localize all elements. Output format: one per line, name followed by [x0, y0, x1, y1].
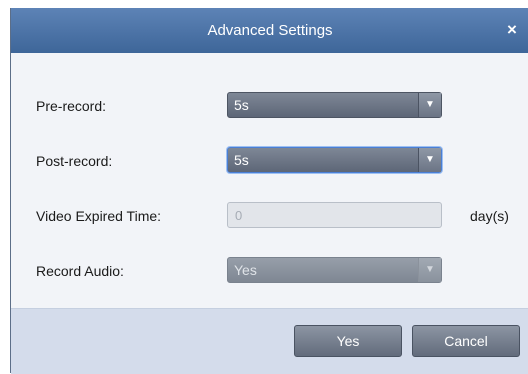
- record-audio-label: Record Audio:: [36, 263, 124, 279]
- pre-record-label: Pre-record:: [36, 98, 107, 114]
- video-expired-time-placeholder: 0: [235, 208, 243, 223]
- pre-record-value: 5s: [234, 97, 249, 113]
- post-record-select[interactable]: 5s ▼: [227, 147, 442, 173]
- advanced-settings-dialog: Advanced Settings × Pre-record: 5s ▼ Pos…: [10, 8, 528, 374]
- record-audio-value: Yes: [234, 262, 257, 278]
- close-icon[interactable]: ×: [507, 20, 523, 40]
- pre-record-select[interactable]: 5s ▼: [227, 92, 442, 118]
- dialog-title: Advanced Settings: [207, 22, 333, 39]
- dialog-footer: Yes Cancel: [11, 308, 528, 374]
- dialog-body: Pre-record: 5s ▼ Post-record: 5s ▼ Video…: [11, 53, 528, 308]
- record-audio-select: Yes ▼: [227, 257, 442, 283]
- video-expired-time-label: Video Expired Time:: [36, 208, 162, 224]
- post-record-label: Post-record:: [36, 153, 113, 169]
- chevron-down-icon[interactable]: ▼: [418, 93, 441, 117]
- video-expired-time-input: 0: [227, 202, 442, 228]
- chevron-down-icon[interactable]: ▼: [418, 148, 441, 172]
- cancel-button[interactable]: Cancel: [412, 325, 520, 357]
- yes-button[interactable]: Yes: [294, 325, 402, 357]
- dialog-titlebar[interactable]: Advanced Settings ×: [11, 8, 528, 53]
- chevron-down-icon: ▼: [418, 258, 441, 282]
- video-expired-time-unit: day(s): [470, 208, 509, 224]
- post-record-value: 5s: [234, 152, 249, 168]
